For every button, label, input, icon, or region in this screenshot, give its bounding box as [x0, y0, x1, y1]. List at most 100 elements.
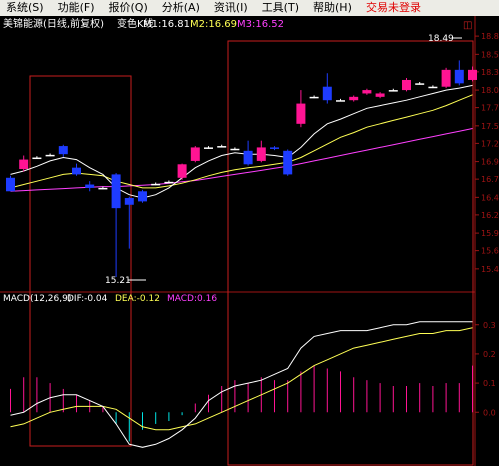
price-tick-label: 17.26 — [481, 139, 499, 148]
price-tick-label: 17.52 — [481, 122, 499, 131]
price-tick-label: 16.73 — [481, 175, 499, 184]
candle — [72, 163, 81, 176]
menu-help[interactable]: 帮助(H) — [307, 0, 360, 16]
ma2-value: M2:16.69 — [190, 19, 237, 30]
candle-body — [336, 100, 345, 102]
candle — [415, 81, 425, 85]
candle-body — [32, 157, 42, 160]
menu-tools[interactable]: 工具(T) — [256, 0, 307, 16]
candle — [204, 146, 213, 149]
candle-body — [256, 147, 266, 161]
menu-bar: 系统(S) 功能(F) 报价(Q) 分析(A) 资讯(I) 工具(T) 帮助(H… — [0, 0, 499, 16]
macd-tick-label: 0.0 — [483, 408, 496, 417]
candle-body — [72, 167, 81, 175]
candle — [32, 156, 42, 160]
price-tick-label: 16.99 — [481, 158, 499, 167]
candle — [454, 60, 464, 86]
candle-body — [190, 147, 200, 161]
stock-name: 美锦能源(日线,前复权) — [3, 17, 104, 30]
candle — [402, 77, 411, 92]
candle — [428, 85, 438, 89]
candle — [230, 147, 240, 151]
candle — [164, 180, 174, 184]
candle-body — [138, 191, 147, 202]
menu-info[interactable]: 资讯(I) — [208, 0, 256, 16]
price-tick-label: 15.93 — [481, 229, 499, 238]
candle — [283, 149, 293, 176]
candle-body — [468, 69, 477, 80]
candle — [177, 163, 187, 180]
candle — [111, 173, 121, 277]
low-price-label: 15.21 — [105, 276, 131, 286]
candle — [243, 140, 253, 166]
candle-body — [124, 198, 134, 205]
candle-body — [164, 181, 174, 184]
candle-body — [388, 90, 398, 92]
login-status[interactable]: 交易未登录 — [360, 0, 429, 16]
candle-body — [58, 146, 68, 155]
menu-analysis[interactable]: 分析(A) — [156, 0, 208, 16]
candle — [336, 98, 345, 102]
macd-tick-label: 0.2 — [483, 350, 496, 359]
macd-tick-label: 0.1 — [483, 379, 496, 388]
candle-body — [243, 150, 253, 165]
candle — [19, 155, 29, 172]
candle-body — [19, 159, 29, 170]
highlight-box-right — [227, 40, 474, 466]
candle-body — [85, 184, 95, 188]
candle-body — [177, 164, 187, 178]
candle — [362, 88, 372, 95]
candle — [256, 140, 266, 163]
candle — [375, 92, 385, 99]
candle — [388, 88, 398, 92]
candle-body — [441, 69, 451, 87]
candle — [85, 181, 95, 192]
candle-body — [98, 187, 108, 190]
high-price-label: 18.49 — [428, 34, 454, 44]
candle-body — [111, 174, 121, 209]
macd-tick-label: 0.3 — [483, 321, 496, 330]
price-tick-label: 15.67 — [481, 247, 499, 256]
menu-system[interactable]: 系统(S) — [0, 0, 52, 16]
candle-body — [454, 69, 464, 84]
pin-icon[interactable]: ◫ — [463, 20, 472, 31]
candle-body — [230, 148, 240, 151]
candle — [322, 73, 332, 104]
dif-value: DIF:-0.04 — [67, 294, 108, 304]
candle-body — [151, 183, 161, 186]
price-tick-label: 18.05 — [481, 86, 499, 95]
candle-body — [45, 154, 55, 157]
ma3-line — [10, 128, 473, 192]
price-tick-label: 17.79 — [481, 104, 499, 113]
candle — [45, 153, 55, 157]
candle-body — [402, 79, 411, 91]
menu-quote[interactable]: 报价(Q) — [103, 0, 156, 16]
ma1-line — [10, 84, 473, 199]
candle — [309, 95, 319, 99]
price-tick-label: 18.58 — [481, 50, 499, 59]
stock-chart[interactable]: 美锦能源(日线,前复权) 变色K线 M1:16.81 M2:16.69 M3:1… — [0, 16, 499, 466]
candle-body — [217, 146, 227, 148]
candle — [441, 67, 451, 89]
dif-line — [10, 321, 473, 448]
candle-body — [349, 96, 359, 101]
candle — [124, 196, 134, 249]
candle — [138, 189, 147, 203]
price-tick-label: 15.40 — [481, 265, 499, 274]
ma1-value: M1:16.81 — [143, 19, 190, 30]
candle-body — [204, 147, 213, 149]
menu-function[interactable]: 功能(F) — [52, 0, 103, 16]
candle-body — [6, 177, 15, 192]
candle-body — [375, 93, 385, 97]
price-tick-label: 16.20 — [481, 211, 499, 220]
candle — [296, 90, 306, 128]
dea-line — [10, 327, 473, 431]
candle-body — [270, 147, 279, 149]
ma3-value: M3:16.52 — [237, 19, 284, 30]
price-tick-label: 18.32 — [481, 68, 499, 77]
candle-body — [415, 83, 425, 85]
candle-body — [428, 86, 438, 89]
candle — [6, 175, 15, 192]
candle — [468, 66, 477, 82]
candle-body — [296, 103, 306, 124]
